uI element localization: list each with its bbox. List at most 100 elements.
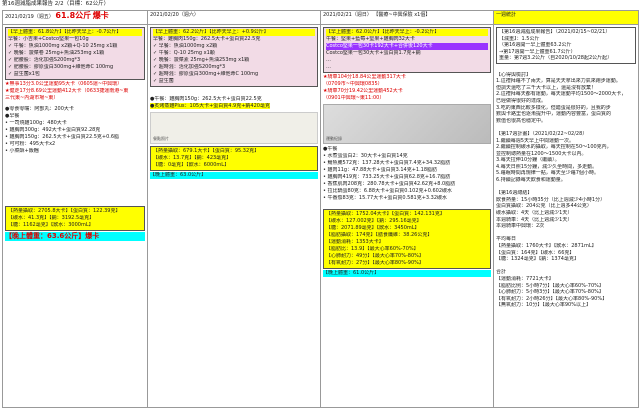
day3-intake-line: 【有氧耐力：27分】【最大心率80%-90%】 — [326, 260, 424, 266]
summary-line: 【第17週計畫】（2021/02/22~02/28） — [496, 130, 588, 137]
summary-header-label: 一週統計 — [496, 12, 517, 18]
day1-meal-line: • 可可粉：495大卡x2 — [5, 141, 56, 147]
day2-morning-line: ✓ 益生菌 — [153, 78, 174, 84]
summary-line: 【減重】：1.5公斤 — [499, 35, 540, 42]
day2-header: 2021/02/20（週六） — [147, 10, 321, 25]
day1-meal-line: ●早餐 — [5, 113, 20, 119]
summary-header: 一週統計 — [493, 10, 639, 25]
summary-line — [496, 124, 636, 131]
day3-intake-line: 【糖：2071.89毫克】【飲水：3450mL】 — [326, 225, 420, 231]
day3-intake-box: 【熱量攝取：1752.04大卡】【蛋白質：142.131克】 【碳水：127.0… — [323, 209, 491, 269]
day2-intake-line: 【糖：0毫克】【飲水：6000mL】 — [153, 162, 230, 168]
page-title: 第16週減脂成果報告 2/2（目標：62公斤） — [2, 1, 110, 7]
summary-line: 【心肺耐力：5小時3分】【最大心率70%-80%】 — [496, 289, 604, 296]
day1-meal-line: ●零食零嘴：阿部丸：200大卡 — [5, 106, 74, 112]
day1-weight: 61.8公斤 — [55, 11, 92, 20]
weekly-report-table: 2021/02/19（週五） 61.8公斤 爆卡 2021/02/20（週六） … — [2, 10, 639, 408]
day3-morning-box: 【早上體重：62.0公斤】【比昨天早上：-0.2公斤】 午餐：堅果+藍莓+堅果+… — [323, 27, 491, 73]
day3-photo-label: 運動紀錄 — [326, 136, 342, 141]
day1-morning-line: ✓ 午餐：魚油1000mg x2顆+Q-10 25mg x1顆 — [8, 43, 118, 49]
summary-line: 【心得與檢討】 — [496, 71, 532, 78]
summary-line: 【無氧耐力：10分】【最大心率90%以上】 — [496, 302, 591, 309]
summary-line: 【脂肪比例：5小時7分】【最大心率60%-70%】 — [496, 282, 604, 289]
day3-exercise-line: ★騎車70分19.42公里運動452大卡 — [323, 88, 403, 94]
day3-night-weight: 【晚上體重：61.0公斤】 — [323, 270, 491, 277]
summary-line: 本週騎車中興環：2次 — [496, 223, 545, 230]
day3-morning-line: Costco堅果一包30大卡+蛋白質1.7克+鈉 — [326, 50, 421, 56]
day3-meal-line: • 香蕉肌肉208克：280.78大卡+蛋白質42.62克+8.0脂肪 — [323, 181, 456, 187]
day1-exercise-line: 三代東~內湖市場~東） — [5, 95, 59, 101]
day1-exercise-line: ★健走17分8.69公里運動412大卡（0633捷運南港~東 — [5, 88, 129, 94]
day3-meal-line: • 水煮蛋蛋白2：30大卡+蛋白質14克 — [323, 153, 408, 159]
day3-intake-line: 【熱量攝取：1752.04大卡】【蛋白質：142.131克】 — [326, 211, 445, 217]
day3-meal-line: • 拉比鍋蛋80克：6.88大卡+蛋白質0.102克+0.602碳水 — [323, 188, 453, 194]
summary-line: 【有氧耐力：2小時26分】【最大心率80%-90%】 — [496, 295, 608, 302]
day3-meal-line: • 牛番茄83克：15.77大卡+蛋白質0.581克+3.32碳水 — [323, 195, 448, 201]
summary-line: 4.每天日照15分鐘，減少久坐時間，多走動。 — [496, 163, 598, 170]
day1-morning-line: ✓ 晚餐：菠菜卷 25mg+魚油253mg x1顆 — [8, 50, 105, 56]
day3-intake-line: 【運動消耗：1353大卡】 — [326, 239, 384, 245]
day2-photo-label: 餐點照片 — [153, 136, 169, 141]
day2-morning-line: ✓ 超時混：膠原蛋白300mg+維他命C 100mg — [153, 71, 259, 77]
day1-intake-line: 【碳水：41.3克】【鈉：3192.5毫克】 — [8, 215, 95, 221]
summary-line: 【蛋白質：164克】【碳水：66克】 — [496, 249, 575, 256]
summary-line: 1.繼續每週5天早上中間運動一次。 — [496, 137, 574, 144]
day2-meal-highlight-text: ●炙烤蒸雞Plus：105大卡+蛋白質4.9克+鈉420毫克 — [150, 103, 270, 109]
summary-line — [496, 316, 636, 323]
summary-title-box: 【第16週減脂成果報告】（2021/02/15~02/21） 【減重】：1.5公… — [496, 27, 636, 64]
day2-morning-line: 早餐：雞胸肉150g：262.5大卡+蛋白質22.5克 — [153, 36, 261, 42]
day1-morning-box: 【早上體重：61.8公斤】【比昨天早上：-0.7公斤】 早餐：小吉果+Costc… — [5, 27, 145, 80]
summary-line — [496, 230, 636, 237]
summary-line: （第16週開一早上體重63.2公斤 — [499, 42, 572, 49]
day3-exercise-line: ★騎車104分18.84公里運動317大卡 — [323, 74, 406, 80]
day3-intake-line: 【脂肪比：13.9】【最大心率60%-70%】 — [326, 246, 419, 252]
day2-morning-box: 【早上體重：62.2公斤】【比昨天早上：+0.9公斤】 早餐：雞胸肉150g：2… — [150, 27, 318, 87]
day1-morning-line: 早餐：小吉果+Costco堅果一包10g — [8, 36, 89, 42]
day3-morning-line: 【早上體重：62.0公斤】【比昨天早上：-0.2公斤】 — [326, 29, 488, 36]
day3-meal-line: ●午餐 — [323, 146, 338, 152]
day3-morning-line: … — [326, 64, 331, 70]
summary-line: 重量：第7週3.2公斤（自2020/10/28起2公斤起） — [499, 55, 613, 62]
summary-line — [496, 65, 636, 72]
summary-line: 蛋白質攝取：204公克（比上週多44公克） — [496, 203, 592, 210]
day2-meal-highlight: ●炙烤蒸雞Plus：105大卡+蛋白質4.9克+鈉420毫克 — [150, 103, 318, 110]
day2-morning-line: ✓ 超時混：活化加強S200mg*3 — [153, 64, 226, 70]
day1-exercise-line: ★無事13分3.0公里運動95大卡（0605運~中興環） — [5, 81, 123, 87]
summary-line: 【熱量攝取：1760大卡】【飲水：2871mL】 — [496, 243, 597, 249]
summary-line: 已經做得很好的達成。 — [496, 97, 547, 104]
day3-meal-line: • 雞胸肉419克：733.25大卡+蛋白質62.8克+16.7脂肪 — [323, 174, 451, 180]
day2-meal-photo: 餐點照片 — [150, 112, 318, 144]
day2-meal-line: ●午餐：雞胸肉150g：262.5大卡+蛋白質22.5克 — [150, 96, 262, 102]
day1-morning-line: ✓ 肥腰股：膠原蛋白300mg+維他命C 100mg — [8, 64, 114, 70]
summary-line: 3.每天拉伸10分鐘（繼續）。 — [496, 157, 560, 164]
day2-intake-line: 【碳水：13.7克】【鈉：423毫克】 — [153, 155, 232, 161]
summary-line: 平均每日 — [496, 236, 517, 243]
day1-tag: 爆卡 — [92, 11, 109, 20]
day2-night-weight: 【晚上體重：63.0公斤】 — [150, 172, 318, 179]
day1-morning-line: ✓ 肥腰股：活化加強S200mg*3 — [8, 57, 81, 63]
summary-line: 【第16週總結】 — [496, 190, 533, 197]
day1-meal-line: • 雞胸肉300g：492大卡+蛋白質92.28克 — [5, 127, 101, 133]
summary-line: 【糖：1324毫克】【鈉：1374毫克】 — [496, 256, 579, 263]
summary-line: 6.持續記錄每天飲食和運動量。 — [496, 177, 566, 184]
day3-intake-line: 【心肺耐力：49分】【最大心率70%-80%】 — [326, 253, 424, 259]
day3-morning-line: 午餐：堅果+藍莓+堅果+雞胸肉32大卡 — [326, 36, 415, 42]
day1-intake-line: 【糖：1162毫克】【飲水：3000mL】 — [8, 222, 94, 228]
day3-purple-line: Costco堅果一包30卡192大卡+合併後120大卡 — [326, 43, 488, 50]
day2-column: 【早上體重：62.2公斤】【比昨天早上：+0.9公斤】 早餐：雞胸肉150g：2… — [147, 24, 321, 408]
summary-line: 並控制總熱量在1200～1500大卡以內。 — [496, 150, 587, 157]
day3-intake-line: 【脂肪攝取：174克】【膳食纖維：38.26公克】 — [326, 232, 433, 238]
summary-line — [496, 322, 636, 329]
summary-line — [496, 184, 636, 191]
summary-line: 5.睡眠時間再規律一點，每天至少睡7個小時。 — [496, 170, 599, 177]
day1-intake-box: 【熱量攝取：2705.8大卡】【蛋白質：122.39克】 【碳水：41.3克】【… — [5, 206, 145, 231]
day3-meal-line: • 鯖魚腌572克：137.28大卡+蛋白質7.4克+34.32脂肪 — [323, 160, 451, 166]
day1-intake-line: 【熱量攝取：2705.8大卡】【蛋白質：122.39克】 — [8, 208, 121, 214]
day2-morning-line: 【早上體重：62.2公斤】【比昨天早上：+0.9公斤】 — [153, 29, 315, 36]
summary-line — [496, 263, 636, 270]
summary-line: 1.這禮拜睡不了兩天，算是天天拿出來力氣來跑步運動。 — [496, 78, 621, 85]
day2-morning-line: ✓ 晚餐：菠菜素 25mg+魚油253mg x1顆 — [153, 57, 250, 63]
summary-line: 碳水攝取：4天（比上週減少1天） — [496, 210, 573, 217]
summary-line: 合計 — [496, 269, 507, 276]
day1-date: 2021/02/19（週五） — [5, 14, 54, 20]
